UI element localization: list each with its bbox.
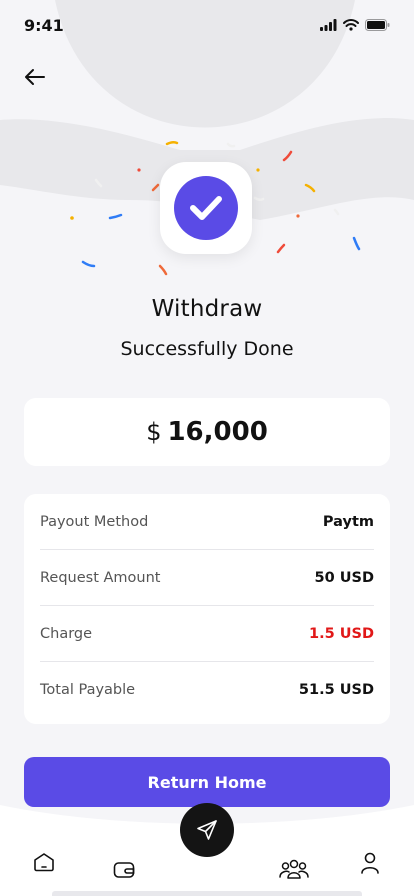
- status-time: 9:41: [24, 15, 64, 35]
- page-subtitle: Successfully Done: [120, 338, 294, 360]
- detail-label: Request Amount: [40, 569, 161, 586]
- send-icon: [197, 820, 217, 840]
- checkmark-icon: [190, 196, 222, 220]
- detail-value: 51.5 USD: [298, 681, 374, 698]
- amount-currency: $: [146, 418, 162, 446]
- amount-card: $ 16,000: [24, 398, 390, 466]
- page-title: Withdraw: [151, 296, 263, 322]
- detail-label: Charge: [40, 625, 93, 642]
- status-icons: [320, 19, 390, 31]
- detail-value: 1.5 USD: [309, 625, 374, 642]
- send-button[interactable]: [180, 803, 234, 857]
- wallet-icon[interactable]: [113, 861, 135, 879]
- signal-icon: [320, 19, 337, 31]
- detail-row-total-payable: Total Payable 51.5 USD: [40, 662, 374, 717]
- check-circle: [174, 176, 238, 240]
- success-badge: [160, 162, 252, 254]
- arrow-left-icon: [25, 69, 45, 85]
- home-icon[interactable]: [33, 852, 55, 872]
- details-card: Payout Method Paytm Request Amount 50 US…: [24, 494, 390, 724]
- detail-value: Paytm: [322, 513, 374, 530]
- amount-value: 16,000: [167, 417, 268, 447]
- detail-label: Payout Method: [40, 513, 149, 530]
- status-bar: 9:41: [0, 0, 414, 50]
- detail-value: 50 USD: [314, 569, 374, 586]
- detail-label: Total Payable: [40, 681, 136, 698]
- detail-row-charge: Charge 1.5 USD: [40, 606, 374, 662]
- profile-icon[interactable]: [360, 852, 380, 874]
- wifi-icon: [343, 19, 359, 31]
- battery-icon: [365, 19, 390, 31]
- detail-row-request-amount: Request Amount 50 USD: [40, 550, 374, 606]
- back-button[interactable]: [20, 62, 50, 92]
- home-indicator: [52, 891, 362, 896]
- community-icon[interactable]: [279, 858, 309, 880]
- detail-row-payout-method: Payout Method Paytm: [40, 494, 374, 550]
